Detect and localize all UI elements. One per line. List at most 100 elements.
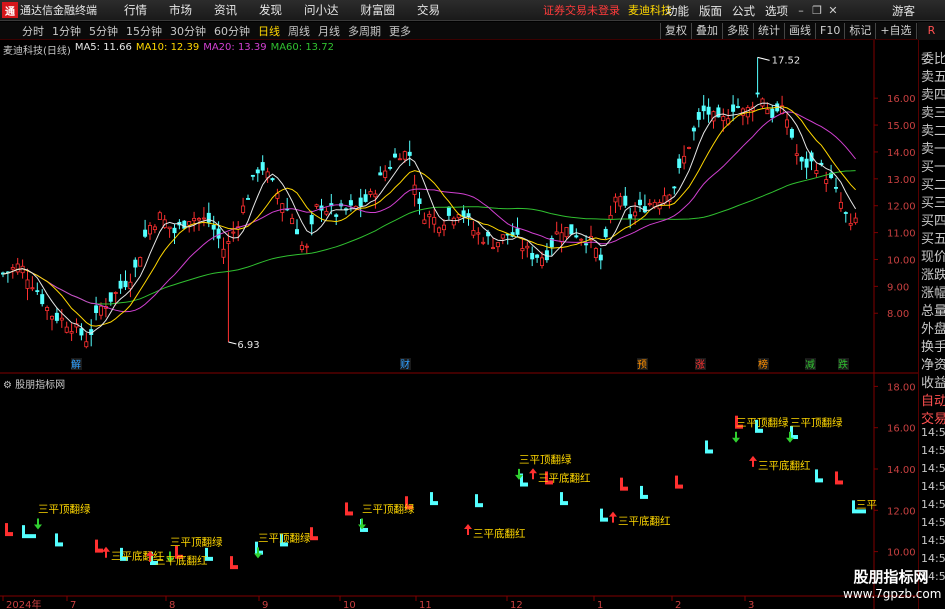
signal-bottom-label: 三平底翻红 [758, 459, 811, 472]
price-tick-label: 14.00 [887, 148, 916, 159]
indicator-stem [600, 508, 603, 519]
candle-body [441, 224, 446, 231]
menu-ask[interactable]: 问小达 [293, 2, 350, 18]
side-tab-r[interactable]: R [918, 22, 945, 40]
candle-body [402, 151, 407, 160]
signal-bottom-label: 三平底翻红 [538, 471, 591, 484]
indicator-stem [345, 502, 348, 513]
candle-body [495, 242, 500, 248]
signal-top-label: 三平顶翻绿 [38, 503, 91, 516]
restore-icon[interactable]: ❐ [809, 3, 825, 19]
candle-body [270, 178, 275, 181]
broker-login-status[interactable]: 证券交易未登录 [543, 2, 620, 18]
draw-line-button[interactable]: 画线 [784, 23, 815, 39]
candle-body [324, 210, 329, 215]
candle-body [598, 254, 603, 261]
side-label: 14:56 [921, 426, 945, 439]
period-weekly[interactable]: 周线 [284, 23, 314, 39]
candle-body [490, 247, 495, 250]
candle-body [794, 153, 799, 156]
candle-body [69, 331, 74, 334]
candle-body [10, 267, 15, 270]
menu-wealth-circle[interactable]: 财富圈 [350, 2, 407, 18]
candle-body [838, 201, 843, 209]
menu-discover[interactable]: 发现 [248, 2, 293, 18]
guest-user[interactable]: 游客 [892, 3, 915, 19]
candle-body [530, 252, 535, 260]
period-monthly[interactable]: 月线 [314, 23, 344, 39]
indicator-stem [640, 485, 643, 496]
period-timeshare[interactable]: 分时 [18, 23, 48, 39]
candle-body [196, 218, 201, 221]
signal-up-arrow [749, 455, 757, 467]
event-marker: 跌 [838, 358, 848, 371]
menu-trade[interactable]: 交易 [406, 2, 451, 18]
overlay-button[interactable]: 叠加 [691, 23, 722, 39]
event-marker: 涨 [695, 359, 705, 371]
multi-stock-button[interactable]: 多股 [722, 23, 753, 39]
indicator-settings-icon[interactable]: ⚙ [3, 380, 12, 391]
period-more[interactable]: 更多 [385, 23, 415, 39]
side-label: 14:56 [921, 480, 945, 493]
candle-body [128, 281, 133, 290]
candle-body [25, 279, 30, 289]
watermark-title: 股朋指标网 [853, 568, 929, 586]
candle-body [422, 219, 427, 224]
legend-ma60: MA60: 13.72 [270, 42, 334, 53]
statistics-button[interactable]: 统计 [753, 23, 784, 39]
menu-formula[interactable]: 公式 [727, 3, 760, 19]
period-5min[interactable]: 5分钟 [85, 23, 122, 39]
adjust-price-button[interactable]: 复权 [660, 23, 691, 39]
signal-up-arrow [529, 468, 537, 480]
candle-body [290, 218, 295, 225]
close-icon[interactable]: ✕ [825, 3, 841, 19]
app-title: 通达信金融终端 [20, 4, 97, 17]
menu-news[interactable]: 资讯 [203, 2, 248, 18]
candle-body [682, 155, 687, 164]
candle-body [520, 248, 525, 252]
mark-button[interactable]: 标记 [844, 23, 875, 39]
indicator-stem [475, 494, 478, 505]
side-label: 买二 [921, 178, 945, 193]
indicator-stem [815, 469, 818, 480]
signal-top-short: 三平 [856, 499, 877, 511]
event-marker: 榜 [758, 358, 768, 371]
period-15min[interactable]: 15分钟 [122, 23, 166, 39]
side-label: 14:56 [921, 498, 945, 511]
candle-body [211, 224, 216, 230]
period-60min[interactable]: 60分钟 [210, 23, 254, 39]
candle-body [603, 228, 608, 238]
menu-function[interactable]: 功能 [661, 3, 694, 19]
signal-up-arrow [102, 546, 110, 558]
period-multi[interactable]: 多周期 [344, 23, 385, 39]
indicator-tick-label: 10.00 [887, 548, 916, 559]
menu-layout[interactable]: 版面 [694, 3, 727, 19]
period-1min[interactable]: 1分钟 [48, 23, 85, 39]
candle-body [54, 312, 59, 321]
signal-down-arrow [732, 431, 740, 443]
candle-body [118, 280, 123, 289]
kline-chart[interactable]: 16.00 15.00 14.00 13.00 12.00 11.00 10.00 9.00 8… [0, 40, 918, 609]
side-label: 买一 [921, 160, 945, 175]
menu-market-quotes[interactable]: 行情 [113, 2, 158, 18]
side-label: 涨跌 [921, 268, 945, 283]
candle-body [613, 196, 618, 203]
minimize-icon[interactable]: – [793, 3, 809, 19]
candle-body [113, 292, 118, 294]
candle-body [299, 245, 304, 251]
period-daily[interactable]: 日线 [254, 23, 284, 39]
candle-body [481, 241, 486, 244]
candle-body [309, 215, 314, 225]
candle-body [579, 238, 584, 241]
date-tick-label: 10 [343, 600, 356, 609]
f10-button[interactable]: F10 [815, 23, 844, 39]
signal-down-arrow [34, 518, 42, 530]
candle-body [471, 230, 476, 236]
menu-market[interactable]: 市场 [158, 2, 203, 18]
legend-ma20: MA20: 13.39 [203, 42, 267, 53]
menu-options[interactable]: 选项 [760, 3, 793, 19]
period-30min[interactable]: 30分钟 [166, 23, 210, 39]
candle-body [584, 243, 589, 246]
add-watchlist-button[interactable]: +自选 [875, 23, 915, 39]
side-label: 涨幅 [921, 286, 945, 301]
